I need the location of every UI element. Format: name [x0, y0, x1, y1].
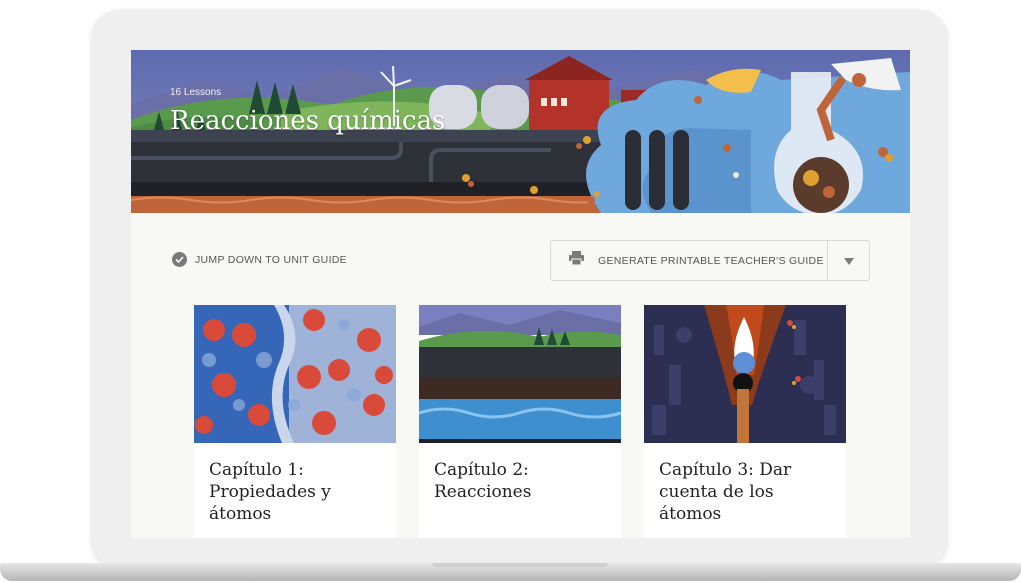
caret-down-icon — [843, 252, 854, 270]
chapter-2-thumbnail — [419, 305, 621, 443]
chapter-card-3[interactable]: Capítulo 3: Dar cuenta de los átomos — [644, 305, 846, 538]
chapter-card-2[interactable]: Capítulo 2: Reacciones — [419, 305, 621, 538]
generate-guide-button[interactable]: GENERATE PRINTABLE TEACHER'S GUIDE — [551, 241, 827, 280]
printer-icon — [569, 251, 584, 270]
check-circle-icon — [172, 252, 187, 267]
laptop-notch — [432, 563, 608, 567]
chapter-2-title: Capítulo 2: Reacciones — [434, 460, 532, 502]
jump-to-unit-guide-link[interactable]: JUMP DOWN TO UNIT GUIDE — [172, 252, 347, 267]
unit-hero-banner: 16 Lessons Reacciones químicas — [131, 50, 910, 213]
generate-guide-label: GENERATE PRINTABLE TEACHER'S GUIDE — [598, 254, 824, 267]
guide-options-dropdown[interactable] — [827, 241, 869, 280]
chapter-3-thumbnail — [644, 305, 846, 443]
teacher-guide-control: GENERATE PRINTABLE TEACHER'S GUIDE — [550, 240, 870, 281]
jump-label: JUMP DOWN TO UNIT GUIDE — [195, 253, 347, 266]
chapter-1-title: Capítulo 1: Propiedades y átomos — [209, 460, 331, 524]
laptop-screen: 16 Lessons Reacciones químicas JUMP DOWN… — [131, 50, 910, 538]
chapter-card-1[interactable]: Capítulo 1: Propiedades y átomos — [194, 305, 396, 538]
chapter-3-title: Capítulo 3: Dar cuenta de los átomos — [659, 460, 792, 524]
unit-title: Reacciones químicas — [170, 106, 446, 136]
lesson-count: 16 Lessons — [170, 87, 222, 98]
chapter-1-thumbnail — [194, 305, 396, 443]
laptop-base — [0, 563, 1021, 581]
